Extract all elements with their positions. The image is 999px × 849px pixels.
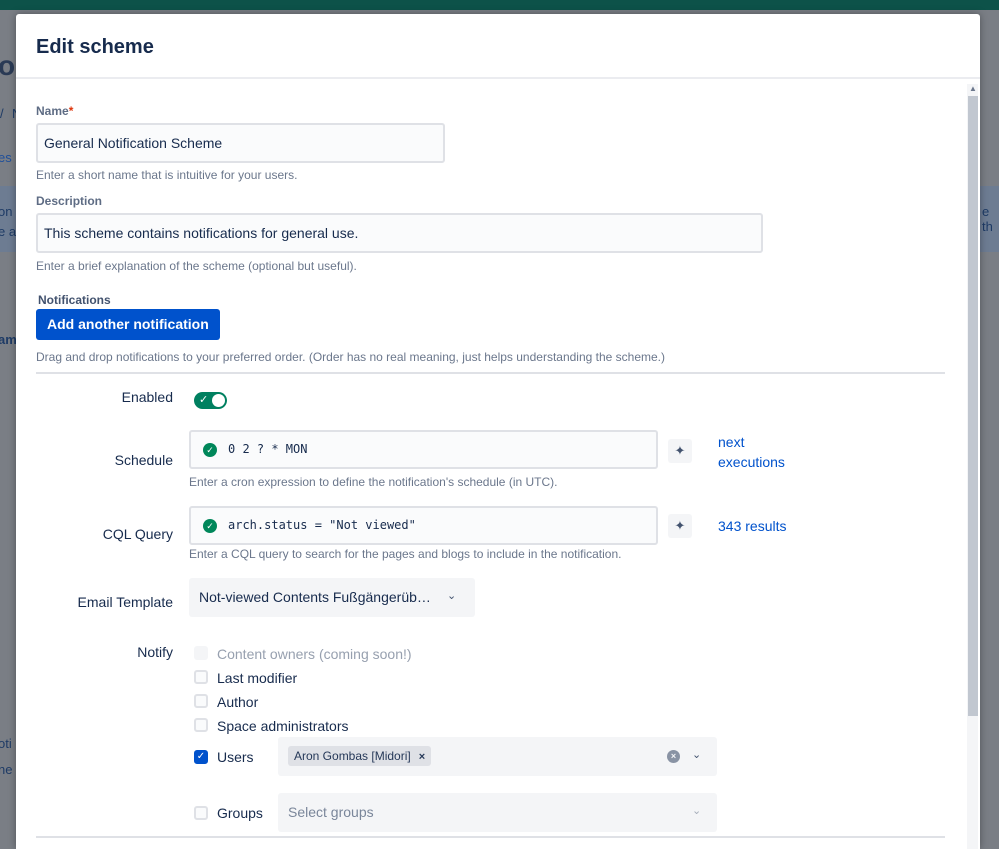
- last-modifier-label[interactable]: Last modifier: [217, 670, 297, 686]
- add-notification-button[interactable]: Add another notification: [36, 309, 220, 340]
- scrollbar-thumb[interactable]: [968, 96, 978, 716]
- clear-icon[interactable]: ×: [667, 750, 680, 763]
- schedule-input[interactable]: ✓ 0 2 ? * MON: [189, 430, 658, 469]
- schedule-value: 0 2 ? * MON: [228, 442, 308, 456]
- schedule-ai-sparkle-icon[interactable]: ✦: [668, 439, 692, 463]
- name-input[interactable]: [36, 123, 445, 163]
- cql-results-link[interactable]: 343 results: [718, 518, 786, 534]
- chevron-down-icon[interactable]: ⌄: [692, 748, 701, 761]
- required-mark: *: [68, 104, 74, 118]
- background-breadcrumb-fragment: /: [0, 106, 4, 121]
- enabled-toggle[interactable]: ✓: [194, 392, 227, 409]
- groups-placeholder: Select groups: [288, 804, 374, 820]
- next-executions-link-line2: executions: [718, 454, 785, 470]
- groups-select[interactable]: Select groups ⌄: [278, 793, 717, 832]
- divider: [36, 836, 945, 838]
- toggle-knob: [212, 394, 225, 407]
- email-template-select[interactable]: Not-viewed Contents Fußgängerüb… ⌄: [189, 578, 475, 617]
- background-top-bar: [0, 0, 999, 10]
- schedule-label: Schedule: [114, 452, 173, 468]
- email-template-value: Not-viewed Contents Fußgängerüb…: [199, 589, 431, 605]
- cql-query-label: CQL Query: [102, 526, 173, 542]
- chevron-down-icon: ⌄: [692, 805, 702, 817]
- background-tab-fragment: es: [0, 150, 12, 165]
- content-owners-checkbox: [194, 646, 208, 660]
- space-administrators-label[interactable]: Space administrators: [217, 718, 349, 734]
- author-label[interactable]: Author: [217, 694, 258, 710]
- cql-ai-sparkle-icon[interactable]: ✦: [668, 514, 692, 538]
- last-modifier-checkbox[interactable]: [194, 670, 208, 684]
- chevron-down-icon: ⌄: [447, 590, 457, 602]
- email-template-label: Email Template: [77, 594, 173, 610]
- background-text-fragment: oti: [0, 736, 12, 751]
- user-tag: Aron Gombas [Midori] ×: [288, 746, 432, 766]
- next-executions-link-line1: next: [718, 434, 745, 450]
- users-checkbox[interactable]: ✓: [194, 750, 208, 764]
- valid-check-icon: ✓: [203, 443, 217, 457]
- user-tag-label: Aron Gombas [Midori]: [294, 749, 411, 763]
- background-text-fragment: on: [0, 204, 13, 219]
- description-label: Description: [36, 194, 103, 208]
- enabled-label: Enabled: [121, 389, 173, 405]
- notifications-label: Notifications: [38, 293, 111, 307]
- scroll-up-icon[interactable]: ▲: [968, 84, 978, 94]
- modal-header: Edit scheme: [16, 14, 980, 79]
- edit-scheme-modal: Edit scheme ▲ Name* Enter a short name t…: [16, 14, 980, 849]
- cql-query-input[interactable]: ✓ arch.status = "Not viewed": [189, 506, 658, 545]
- name-help: Enter a short name that is intuitive for…: [36, 168, 298, 182]
- notify-label: Notify: [137, 644, 173, 660]
- author-checkbox[interactable]: [194, 694, 208, 708]
- modal-title: Edit scheme: [36, 36, 154, 58]
- schedule-help: Enter a cron expression to define the no…: [189, 475, 558, 489]
- notifications-help: Drag and drop notifications to your pref…: [36, 350, 666, 364]
- cql-query-value: arch.status = "Not viewed": [228, 518, 416, 532]
- groups-checkbox[interactable]: [194, 806, 208, 820]
- check-icon: ✓: [199, 394, 209, 406]
- next-executions-link[interactable]: next executions: [718, 432, 785, 472]
- cql-query-help: Enter a CQL query to search for the page…: [189, 547, 622, 561]
- remove-tag-icon[interactable]: ×: [419, 751, 425, 763]
- name-label: Name*: [36, 104, 73, 118]
- divider: [36, 372, 945, 374]
- space-administrators-checkbox[interactable]: [194, 718, 208, 732]
- background-text-fragment: e th: [982, 204, 993, 234]
- valid-check-icon: ✓: [203, 519, 217, 533]
- users-label[interactable]: Users: [217, 749, 254, 765]
- description-input[interactable]: [36, 213, 763, 253]
- description-help: Enter a brief explanation of the scheme …: [36, 259, 357, 273]
- background-text-fragment: am: [0, 332, 17, 347]
- users-select[interactable]: Aron Gombas [Midori] × × ⌄: [278, 737, 717, 776]
- groups-label[interactable]: Groups: [217, 805, 263, 821]
- content-owners-label: Content owners (coming soon!): [217, 646, 412, 662]
- name-label-text: Name: [36, 104, 69, 118]
